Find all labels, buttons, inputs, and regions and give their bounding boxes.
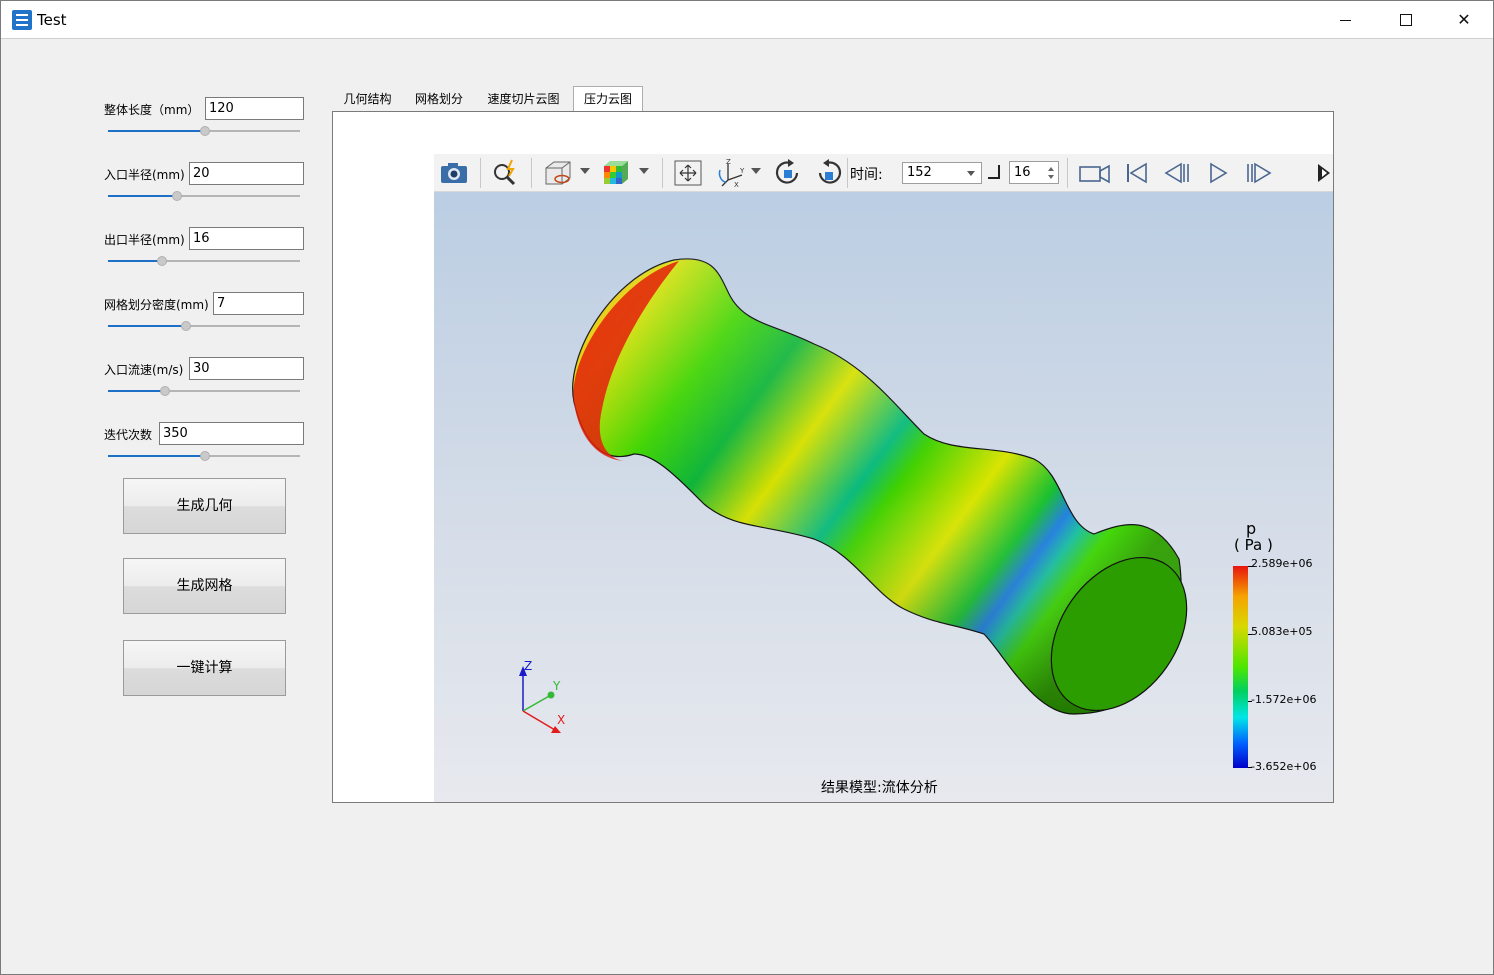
outlet-radius-slider[interactable] bbox=[108, 255, 300, 267]
slider-handle[interactable] bbox=[200, 126, 210, 136]
outlet-radius-input[interactable]: 16 bbox=[189, 227, 304, 250]
maximize-button[interactable] bbox=[1376, 1, 1434, 39]
chevron-down-icon bbox=[967, 171, 975, 176]
color-legend-bar bbox=[1233, 566, 1248, 768]
chevron-down-icon[interactable] bbox=[639, 168, 649, 176]
length-slider[interactable] bbox=[108, 125, 300, 137]
prev-frame-icon[interactable] bbox=[1161, 158, 1193, 188]
param-label-length: 整体长度（mm） bbox=[104, 103, 200, 117]
legend-label-3: -1.572e+06 bbox=[1251, 693, 1317, 706]
next-frame-icon[interactable] bbox=[1243, 158, 1275, 188]
expand-icon[interactable] bbox=[1318, 164, 1330, 182]
toolbar-separator bbox=[847, 158, 848, 188]
toolbar-separator bbox=[531, 158, 532, 188]
generate-geometry-button[interactable]: 生成几何 bbox=[123, 478, 286, 534]
axis-y-label: Y bbox=[552, 679, 561, 693]
app-window: Test ✕ 整体长度（mm） 120 入口半径(mm) 20 出口半径(mm)… bbox=[0, 0, 1494, 975]
mesh-density-slider[interactable] bbox=[108, 320, 300, 332]
slider-handle[interactable] bbox=[160, 386, 170, 396]
viewer-toolbar: ZYX bbox=[434, 154, 1333, 192]
iterations-input[interactable]: 350 bbox=[159, 422, 304, 445]
legend-label-max: 2.589e+06 bbox=[1251, 557, 1313, 570]
minimize-button[interactable] bbox=[1317, 1, 1375, 39]
axis-z-label: Z bbox=[524, 659, 532, 673]
param-label-mesh-density: 网格划分密度(mm) bbox=[104, 298, 209, 312]
time-label: 时间: bbox=[850, 167, 883, 183]
legend-label-2: 5.083e+05 bbox=[1251, 625, 1313, 638]
toolbar-separator bbox=[480, 158, 481, 188]
axis-x-label: X bbox=[557, 713, 565, 727]
inlet-radius-input[interactable]: 20 bbox=[189, 162, 304, 185]
slider-handle[interactable] bbox=[181, 321, 191, 331]
param-label-outlet-radius: 出口半径(mm) bbox=[104, 233, 185, 247]
svg-text:Z: Z bbox=[726, 158, 731, 166]
result-caption: 结果模型:流体分析 bbox=[821, 780, 938, 796]
box-view-icon[interactable] bbox=[542, 158, 574, 188]
color-cube-icon[interactable] bbox=[600, 158, 632, 188]
compute-button[interactable]: 一键计算 bbox=[123, 640, 286, 696]
slider-handle[interactable] bbox=[200, 451, 210, 461]
length-input[interactable]: 120 bbox=[205, 97, 304, 120]
inlet-radius-slider[interactable] bbox=[108, 190, 300, 202]
rotate-ccw-icon[interactable] bbox=[813, 158, 845, 188]
time-value: 152 bbox=[907, 165, 932, 180]
svg-text:X: X bbox=[734, 181, 739, 188]
title-bar: Test ✕ bbox=[1, 1, 1493, 39]
tab-pressure[interactable]: 压力云图 bbox=[573, 86, 643, 112]
param-label-inlet-radius: 入口半径(mm) bbox=[104, 168, 185, 182]
step-value: 16 bbox=[1014, 165, 1031, 180]
fit-view-icon[interactable] bbox=[672, 158, 704, 188]
mesh-density-input[interactable]: 7 bbox=[213, 292, 304, 315]
close-button[interactable]: ✕ bbox=[1435, 1, 1493, 39]
window-title: Test bbox=[37, 11, 67, 29]
rotate-cw-icon[interactable] bbox=[772, 158, 804, 188]
app-icon bbox=[12, 10, 32, 30]
legend-label-min: -3.652e+06 bbox=[1251, 760, 1317, 773]
param-label-iterations: 迭代次数 bbox=[104, 428, 153, 442]
legend-unit: ( Pa ) bbox=[1234, 536, 1273, 554]
inlet-velocity-input[interactable]: 30 bbox=[189, 357, 304, 380]
iterations-slider[interactable] bbox=[108, 450, 300, 462]
tab-velocity-slice[interactable]: 速度切片云图 bbox=[477, 87, 570, 112]
toolbar-separator bbox=[662, 158, 663, 188]
spin-down-icon[interactable] bbox=[1048, 175, 1054, 179]
chevron-down-icon[interactable] bbox=[580, 168, 590, 176]
generate-mesh-button[interactable]: 生成网格 bbox=[123, 558, 286, 614]
spin-up-icon[interactable] bbox=[1048, 167, 1054, 171]
toolbar-separator bbox=[1067, 158, 1068, 188]
record-icon[interactable] bbox=[1077, 158, 1113, 188]
slider-handle[interactable] bbox=[157, 256, 167, 266]
axes-icon[interactable]: ZYX bbox=[716, 158, 748, 188]
chevron-down-icon[interactable] bbox=[751, 168, 761, 176]
tab-geometry[interactable]: 几何结构 bbox=[334, 87, 401, 112]
first-frame-icon[interactable] bbox=[1120, 158, 1152, 188]
slider-handle[interactable] bbox=[172, 191, 182, 201]
axis-triad: Z Y X bbox=[519, 659, 565, 733]
play-icon[interactable] bbox=[1202, 158, 1234, 188]
step-icon bbox=[988, 165, 1000, 179]
zoom-icon[interactable] bbox=[490, 158, 522, 188]
camera-icon[interactable] bbox=[438, 158, 470, 188]
tab-mesh[interactable]: 网格划分 bbox=[405, 87, 473, 112]
step-spinbox[interactable]: 16 bbox=[1009, 161, 1059, 184]
param-label-inlet-velocity: 入口流速(m/s) bbox=[104, 363, 184, 377]
time-select[interactable]: 152 bbox=[902, 162, 982, 184]
svg-text:Y: Y bbox=[739, 167, 745, 175]
inlet-velocity-slider[interactable] bbox=[108, 385, 300, 397]
